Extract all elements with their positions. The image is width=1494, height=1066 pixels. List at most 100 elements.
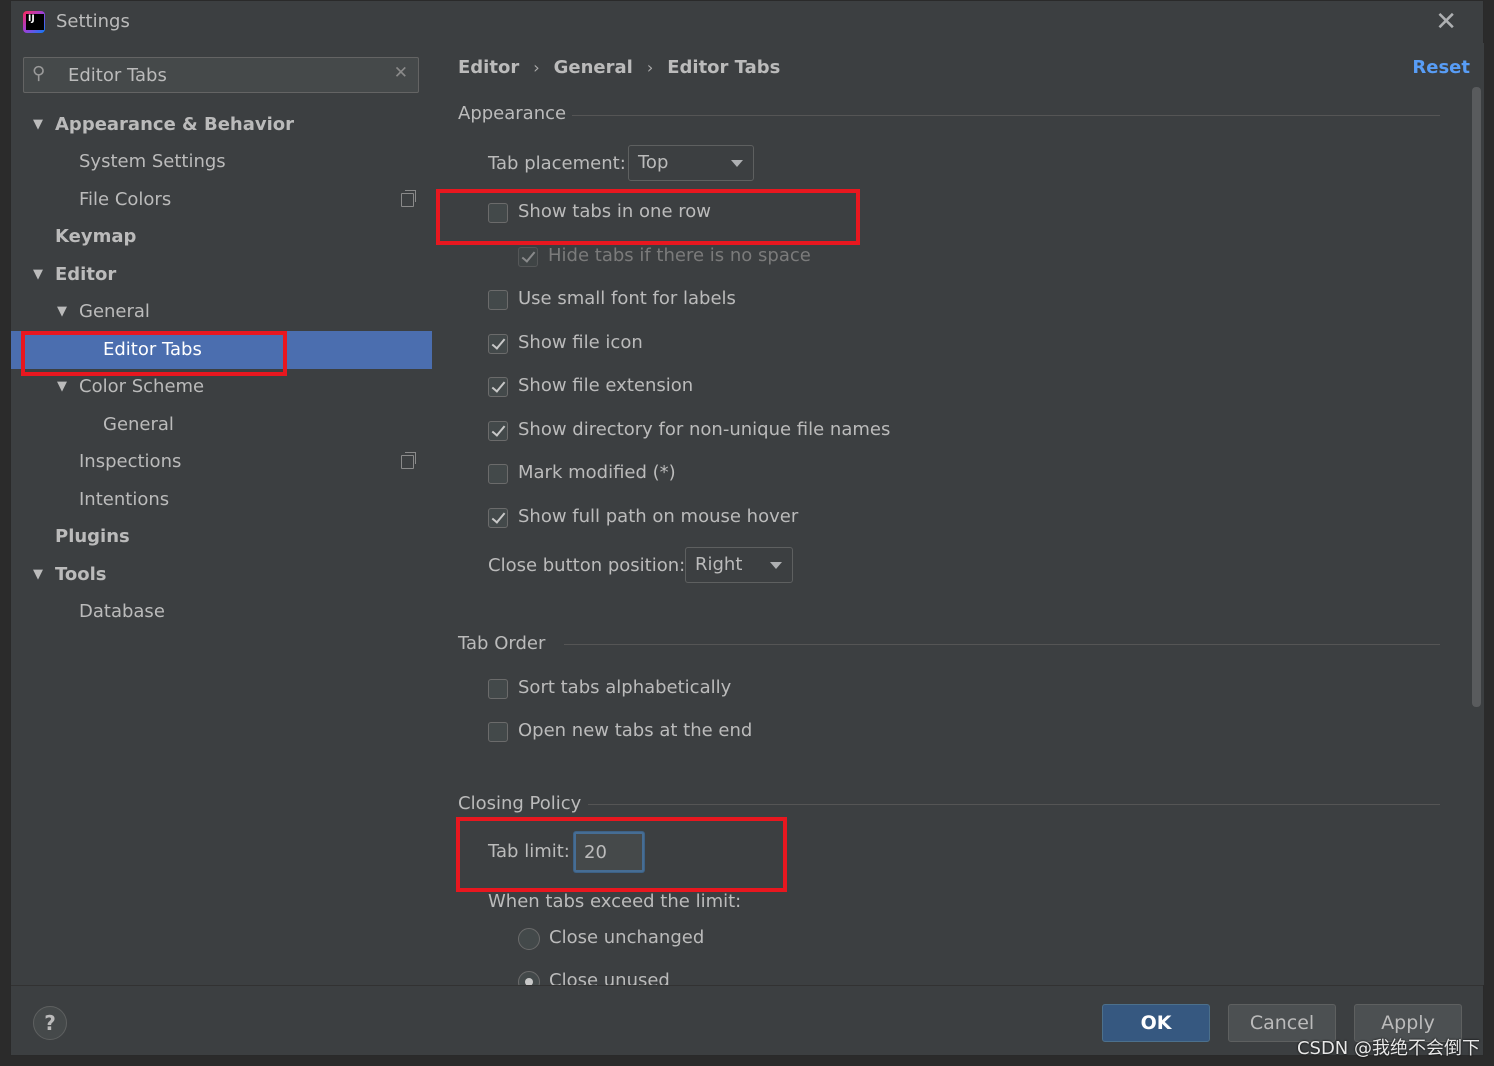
show-directory-label[interactable]: Show directory for non-unique file names bbox=[518, 419, 890, 440]
section-title-closing-policy: Closing Policy bbox=[458, 793, 582, 814]
sidebar-item-label: System Settings bbox=[79, 151, 226, 172]
sort-alphabetically-label[interactable]: Sort tabs alphabetically bbox=[518, 677, 731, 698]
chevron-down-icon[interactable]: ▼ bbox=[57, 368, 67, 406]
sidebar-item-system-settings[interactable]: System Settings bbox=[11, 143, 432, 181]
tab-limit-label: Tab limit: bbox=[488, 841, 570, 862]
breadcrumb: Editor › General › Editor Tabs bbox=[458, 57, 780, 78]
mark-modified-checkbox[interactable] bbox=[488, 464, 508, 484]
show-file-extension-checkbox[interactable] bbox=[488, 377, 508, 397]
help-button[interactable]: ? bbox=[33, 1006, 67, 1040]
sidebar-item-label: General bbox=[103, 414, 174, 435]
close-unused-radio[interactable] bbox=[518, 971, 540, 985]
sidebar-item-label: Editor bbox=[55, 264, 117, 285]
chevron-down-icon[interactable]: ▼ bbox=[33, 556, 43, 594]
dropdown-arrow-icon bbox=[770, 562, 782, 569]
dropdown-arrow-icon bbox=[731, 160, 743, 167]
search-icon: ⚲ bbox=[32, 63, 46, 84]
sidebar-item-file-colors[interactable]: File Colors bbox=[11, 181, 432, 219]
hide-tabs-no-space-checkbox bbox=[518, 247, 538, 267]
project-settings-icon bbox=[401, 452, 416, 469]
show-file-icon-label[interactable]: Show file icon bbox=[518, 332, 643, 353]
open-new-tabs-end-checkbox[interactable] bbox=[488, 722, 508, 742]
chevron-down-icon[interactable]: ▼ bbox=[33, 256, 43, 294]
sidebar-item-label: Keymap bbox=[55, 226, 137, 247]
breadcrumb-item[interactable]: General bbox=[554, 57, 633, 78]
vertical-scrollbar[interactable] bbox=[1472, 87, 1481, 707]
window-title: Settings bbox=[56, 11, 130, 32]
chevron-right-icon: › bbox=[646, 58, 654, 77]
breadcrumb-item[interactable]: Editor bbox=[458, 57, 519, 78]
clear-search-icon[interactable]: ✕ bbox=[394, 63, 408, 83]
tab-placement-value: Top bbox=[638, 152, 669, 173]
sort-alphabetically-checkbox[interactable] bbox=[488, 679, 508, 699]
reset-link[interactable]: Reset bbox=[1412, 57, 1470, 78]
watermark: CSDN @我绝不会倒下 bbox=[1296, 1038, 1480, 1059]
show-file-extension-label[interactable]: Show file extension bbox=[518, 375, 693, 396]
small-font-labels-checkbox[interactable] bbox=[488, 290, 508, 310]
title-bar: Settings ✕ bbox=[11, 1, 1483, 43]
section-title-appearance: Appearance bbox=[458, 103, 567, 124]
sidebar-item-general[interactable]: ▼ General bbox=[11, 293, 432, 331]
settings-sidebar: ⚲ ✕ ▼ Appearance & Behavior System Setti… bbox=[11, 43, 432, 985]
ok-button[interactable]: OK bbox=[1102, 1004, 1210, 1042]
sidebar-item-editor[interactable]: ▼ Editor bbox=[11, 256, 432, 294]
close-button-position-select[interactable]: Right bbox=[685, 547, 793, 583]
sidebar-item-database[interactable]: Database bbox=[11, 593, 432, 631]
exceed-limit-label: When tabs exceed the limit: bbox=[488, 891, 742, 912]
section-divider bbox=[564, 644, 1440, 645]
close-unchanged-radio[interactable] bbox=[518, 928, 540, 950]
show-tabs-one-row-checkbox[interactable] bbox=[488, 203, 508, 223]
sidebar-item-label: File Colors bbox=[79, 189, 172, 210]
project-settings-icon bbox=[401, 190, 416, 207]
section-title-tab-order: Tab Order bbox=[458, 633, 546, 654]
show-tabs-one-row-label[interactable]: Show tabs in one row bbox=[518, 201, 711, 222]
sidebar-item-inspections[interactable]: Inspections bbox=[11, 443, 432, 481]
sidebar-item-label: Inspections bbox=[79, 451, 182, 472]
sidebar-item-plugins[interactable]: Plugins bbox=[11, 518, 432, 556]
sidebar-item-color-scheme[interactable]: ▼ Color Scheme bbox=[11, 368, 432, 406]
sidebar-item-label: General bbox=[79, 301, 150, 322]
sidebar-item-appearance-behavior[interactable]: ▼ Appearance & Behavior bbox=[11, 106, 432, 144]
sidebar-item-intentions[interactable]: Intentions bbox=[11, 481, 432, 519]
close-unused-label[interactable]: Close unused bbox=[549, 970, 670, 985]
sidebar-item-color-scheme-general[interactable]: General bbox=[11, 406, 432, 444]
open-new-tabs-end-label[interactable]: Open new tabs at the end bbox=[518, 720, 752, 741]
tab-placement-select[interactable]: Top bbox=[628, 145, 754, 181]
tab-limit-input[interactable] bbox=[574, 832, 644, 872]
show-full-path-checkbox[interactable] bbox=[488, 508, 508, 528]
show-directory-checkbox[interactable] bbox=[488, 421, 508, 441]
settings-dialog: Settings ✕ ⚲ ✕ ▼ Appearance & Behavior S… bbox=[10, 0, 1484, 1056]
sidebar-item-label: Intentions bbox=[79, 489, 170, 510]
sidebar-item-label: Plugins bbox=[55, 526, 130, 547]
chevron-down-icon[interactable]: ▼ bbox=[33, 106, 43, 144]
show-file-icon-checkbox[interactable] bbox=[488, 334, 508, 354]
search-box[interactable]: ⚲ ✕ bbox=[23, 57, 419, 93]
sidebar-item-keymap[interactable]: Keymap bbox=[11, 218, 432, 256]
show-full-path-label[interactable]: Show full path on mouse hover bbox=[518, 506, 798, 527]
breadcrumb-item: Editor Tabs bbox=[667, 57, 781, 78]
sidebar-item-label: Color Scheme bbox=[79, 376, 205, 397]
search-input[interactable] bbox=[68, 58, 378, 92]
background-strip bbox=[0, 1056, 1494, 1066]
small-font-labels-label[interactable]: Use small font for labels bbox=[518, 288, 736, 309]
hide-tabs-no-space-label: Hide tabs if there is no space bbox=[548, 245, 811, 266]
section-divider bbox=[572, 115, 1440, 116]
close-button-position-value: Right bbox=[695, 554, 743, 575]
close-unchanged-label[interactable]: Close unchanged bbox=[549, 927, 704, 948]
dialog-footer: ? OK Cancel Apply bbox=[11, 985, 1483, 1055]
sidebar-item-label: Appearance & Behavior bbox=[55, 114, 295, 135]
section-divider bbox=[588, 804, 1440, 805]
sidebar-item-tools[interactable]: ▼ Tools bbox=[11, 556, 432, 594]
mark-modified-label[interactable]: Mark modified (*) bbox=[518, 462, 676, 483]
close-icon[interactable]: ✕ bbox=[1435, 7, 1457, 37]
intellij-logo-icon bbox=[23, 11, 45, 33]
settings-content: Editor › General › Editor Tabs Reset Appeara… bbox=[432, 43, 1484, 985]
chevron-right-icon: › bbox=[533, 58, 540, 77]
sidebar-item-editor-tabs[interactable]: Editor Tabs bbox=[11, 331, 432, 369]
close-button-position-label: Close button position: bbox=[488, 555, 686, 576]
sidebar-item-label: Editor Tabs bbox=[103, 339, 202, 360]
chevron-down-icon[interactable]: ▼ bbox=[57, 293, 67, 331]
sidebar-item-label: Tools bbox=[55, 564, 107, 585]
sidebar-item-label: Database bbox=[79, 601, 165, 622]
content-viewport: Editor › General › Editor Tabs Reset Appeara… bbox=[432, 43, 1484, 985]
